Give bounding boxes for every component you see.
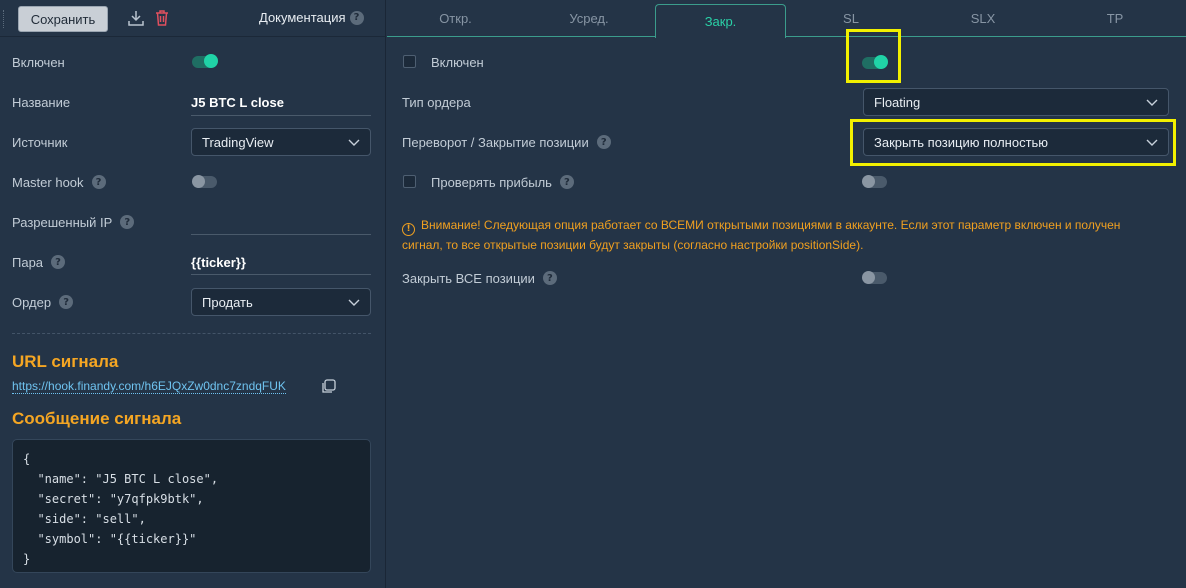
reverse-close-value: Закрыть позицию полностью bbox=[874, 134, 1049, 150]
order-type-row: Тип ордера bbox=[402, 88, 471, 116]
help-icon[interactable]: ? bbox=[349, 10, 364, 25]
allowed-ip-text: Разрешенный IP bbox=[12, 214, 113, 230]
signal-message-code[interactable]: { "name": "J5 BTC L close", "secret": "y… bbox=[12, 439, 371, 573]
help-icon[interactable]: ? bbox=[59, 295, 74, 309]
reverse-close-row: Переворот / Закрытие позиции ? bbox=[402, 128, 611, 156]
enabled-checkbox[interactable] bbox=[403, 55, 416, 68]
check-profit-toggle[interactable] bbox=[862, 175, 887, 188]
name-underline bbox=[191, 115, 371, 116]
tab-tp[interactable]: TP bbox=[1050, 0, 1180, 37]
help-icon[interactable]: ? bbox=[559, 175, 574, 189]
toggle-knob bbox=[862, 271, 875, 284]
order-type-select[interactable]: Floating bbox=[863, 88, 1169, 116]
order-type-value: Floating bbox=[874, 94, 921, 110]
pair-label: Пара ? bbox=[12, 254, 66, 270]
close-settings-panel: Откр. Усред. Закр. SL SLX TP Включен Тип… bbox=[387, 0, 1186, 588]
signal-message-title: Сообщение сигнала bbox=[12, 409, 182, 428]
close-enabled-toggle[interactable] bbox=[862, 55, 888, 69]
order-value: Продать bbox=[202, 294, 253, 310]
order-type-label: Тип ордера bbox=[402, 94, 471, 110]
close-enabled-label: Включен bbox=[431, 54, 484, 70]
tab-open[interactable]: Откр. bbox=[387, 0, 524, 37]
pair-text: Пара bbox=[12, 254, 44, 270]
toggle-knob bbox=[192, 175, 205, 188]
master-hook-row: Master hook ? bbox=[12, 168, 106, 196]
divider bbox=[12, 333, 371, 334]
save-button[interactable]: Сохранить bbox=[18, 6, 108, 32]
toolbar: Сохранить Документация ? bbox=[0, 0, 386, 37]
chevron-down-icon bbox=[348, 299, 360, 306]
name-input[interactable]: J5 BTC L close bbox=[191, 95, 284, 110]
pair-input[interactable]: {{ticker}} bbox=[191, 255, 246, 270]
warning-message: ! Внимание! Следующая опция работает со В… bbox=[402, 216, 1162, 254]
name-row: Название bbox=[12, 88, 70, 116]
pair-row: Пара ? bbox=[12, 248, 66, 276]
help-icon[interactable]: ? bbox=[51, 255, 66, 269]
master-hook-text: Master hook bbox=[12, 174, 84, 190]
enabled-label: Включен bbox=[12, 54, 65, 70]
webhook-settings-panel: Сохранить Документация ? Включен Названи… bbox=[0, 0, 386, 588]
close-enabled-row: Включен bbox=[431, 48, 484, 76]
pair-underline bbox=[191, 274, 371, 275]
help-icon[interactable]: ? bbox=[596, 135, 611, 149]
source-row: Источник bbox=[12, 128, 68, 156]
close-all-label: Закрыть ВСЕ позиции ? bbox=[402, 271, 557, 286]
toggle-knob bbox=[204, 54, 218, 68]
reverse-close-label: Переворот / Закрытие позиции ? bbox=[402, 135, 611, 150]
order-text: Ордер bbox=[12, 294, 52, 310]
close-all-text: Закрыть ВСЕ позиции bbox=[402, 270, 535, 286]
order-label: Ордер ? bbox=[12, 294, 74, 310]
chevron-down-icon bbox=[1146, 139, 1158, 146]
allowed-ip-label: Разрешенный IP ? bbox=[12, 214, 135, 230]
chevron-down-icon bbox=[348, 139, 360, 146]
signal-url-link[interactable]: https://hook.finandy.com/h6EJQxZw0dnc7zn… bbox=[12, 379, 286, 394]
documentation-label: Документация bbox=[259, 10, 346, 25]
close-all-toggle[interactable] bbox=[862, 271, 887, 284]
tab-average[interactable]: Усред. bbox=[524, 0, 654, 37]
order-row: Ордер ? bbox=[12, 288, 74, 316]
chevron-down-icon bbox=[1146, 99, 1158, 106]
close-all-row: Закрыть ВСЕ позиции ? bbox=[402, 264, 557, 292]
check-profit-label: Проверять прибыль ? bbox=[431, 175, 574, 190]
signal-url-title: URL сигнала bbox=[12, 352, 119, 371]
source-value: TradingView bbox=[202, 134, 274, 150]
reverse-close-select[interactable]: Закрыть позицию полностью bbox=[863, 128, 1169, 156]
warning-icon: ! bbox=[402, 222, 415, 236]
help-icon[interactable]: ? bbox=[120, 215, 135, 229]
enabled-row: Включен bbox=[12, 48, 65, 76]
download-icon[interactable] bbox=[126, 8, 146, 28]
highlight-frame bbox=[846, 29, 901, 83]
master-hook-label: Master hook ? bbox=[12, 175, 106, 190]
master-hook-toggle[interactable] bbox=[192, 175, 217, 188]
toggle-knob bbox=[862, 175, 875, 188]
source-label: Источник bbox=[12, 134, 68, 150]
source-select[interactable]: TradingView bbox=[191, 128, 371, 156]
warning-text: Внимание! Следующая опция работает со ВС… bbox=[402, 218, 1121, 252]
documentation-link[interactable]: Документация ? bbox=[259, 10, 364, 25]
trash-icon[interactable] bbox=[152, 8, 172, 28]
tab-close[interactable]: Закр. bbox=[655, 4, 786, 38]
enabled-toggle[interactable] bbox=[192, 54, 218, 68]
reverse-close-text: Переворот / Закрытие позиции bbox=[402, 134, 589, 150]
toggle-knob bbox=[874, 55, 888, 69]
allowed-ip-row: Разрешенный IP ? bbox=[12, 208, 135, 236]
help-icon[interactable]: ? bbox=[91, 175, 106, 189]
check-profit-row: Проверять прибыль ? bbox=[431, 168, 574, 196]
name-label: Название bbox=[12, 94, 71, 110]
drag-handle-icon[interactable] bbox=[3, 10, 6, 28]
help-icon[interactable]: ? bbox=[542, 271, 557, 285]
copy-icon[interactable] bbox=[321, 379, 336, 394]
order-select[interactable]: Продать bbox=[191, 288, 371, 316]
check-profit-checkbox[interactable] bbox=[403, 175, 416, 188]
check-profit-text: Проверять прибыль bbox=[431, 174, 552, 190]
allowed-ip-underline bbox=[191, 234, 371, 235]
tab-slx[interactable]: SLX bbox=[916, 0, 1050, 37]
tab-bar: Откр. Усред. Закр. SL SLX TP bbox=[387, 0, 1186, 38]
